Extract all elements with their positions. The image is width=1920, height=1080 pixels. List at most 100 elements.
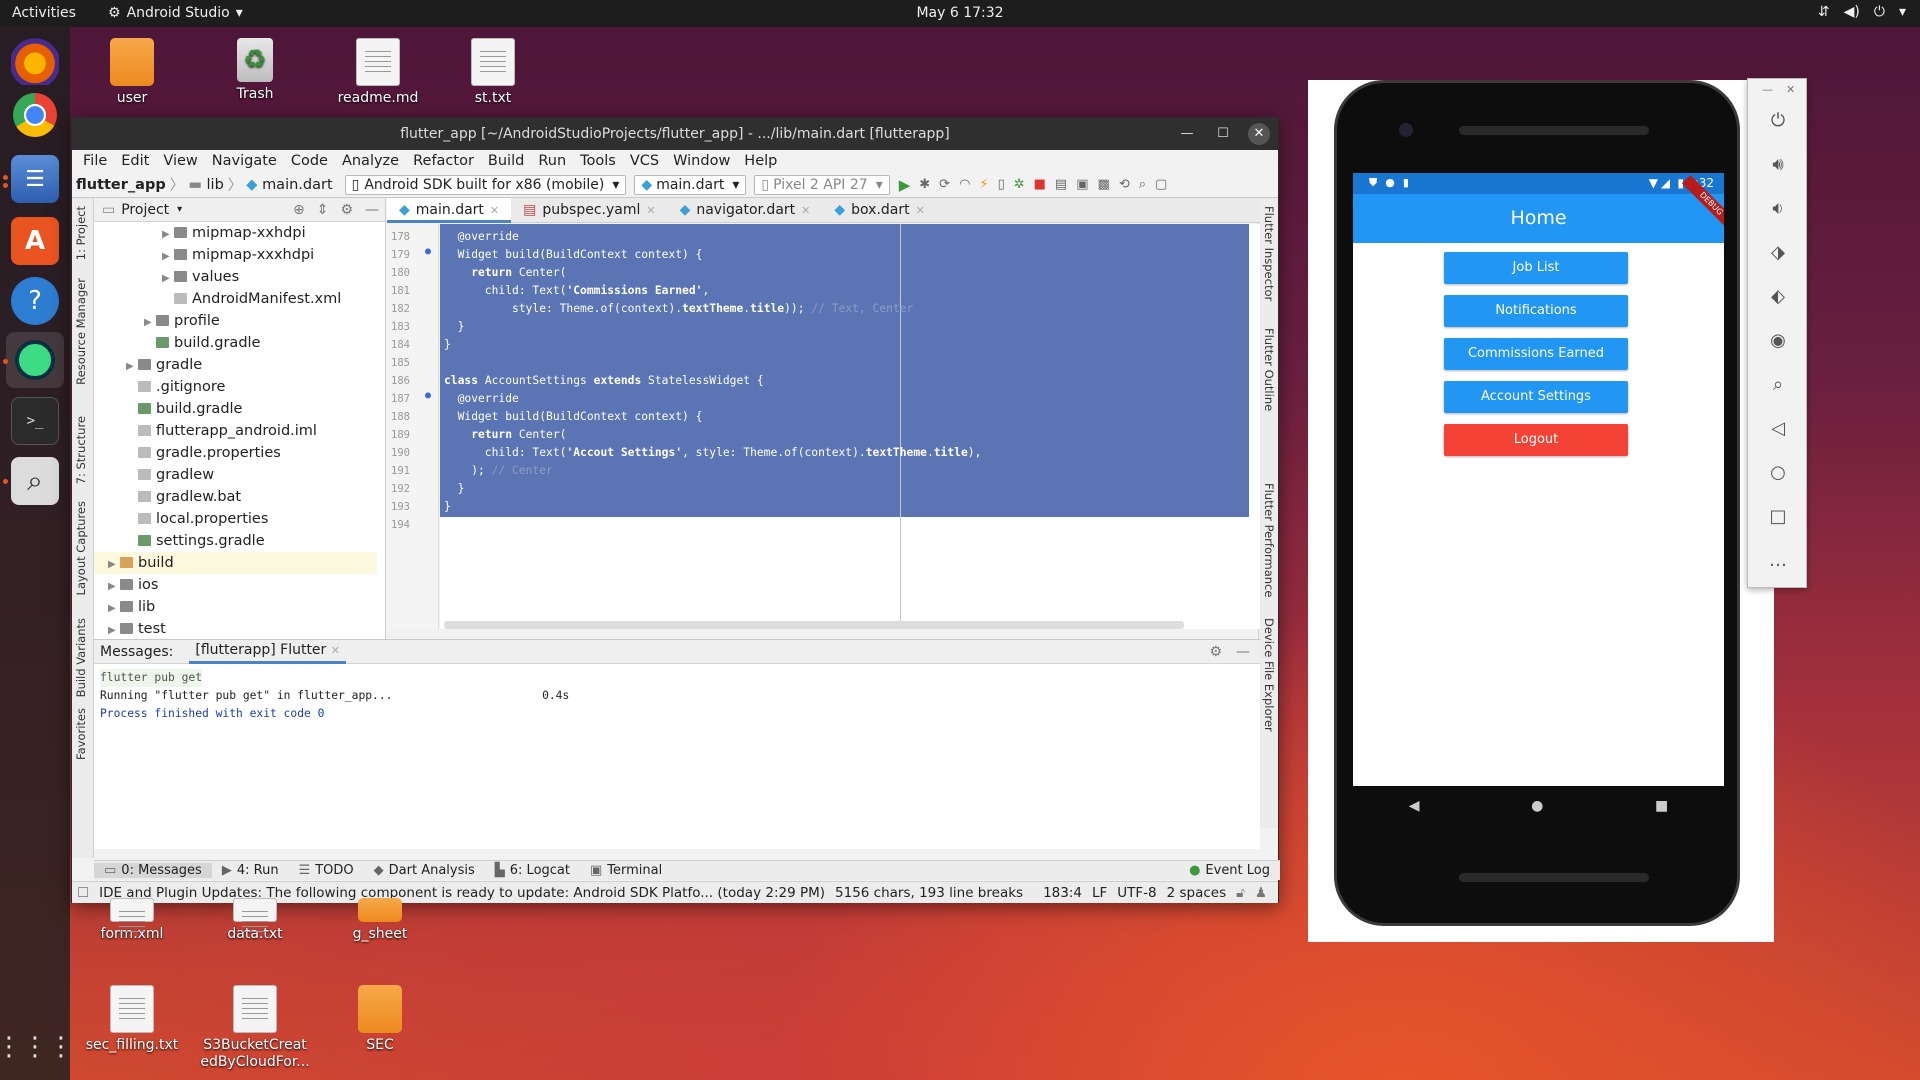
- menu-help[interactable]: Help: [737, 153, 784, 169]
- menu-navigate[interactable]: Navigate: [205, 153, 284, 169]
- tool-window-0[interactable]: ▭ 0: Messages: [94, 863, 212, 878]
- project-view-selector[interactable]: Project: [121, 202, 169, 218]
- tree-item[interactable]: ▶ mipmap-xxxhdpi: [94, 244, 377, 266]
- device-selector[interactable]: ▯ Android SDK built for x86 (mobile) ▾: [344, 174, 627, 195]
- back-icon[interactable]: ◀: [1409, 798, 1420, 814]
- tree-item[interactable]: gradlew.bat: [94, 486, 377, 508]
- attach-debugger-icon[interactable]: ⟳: [939, 177, 950, 192]
- rotate-left-icon[interactable]: ⬗: [1766, 241, 1790, 265]
- menu-window[interactable]: Window: [666, 153, 737, 169]
- override-marker-icon[interactable]: ●: [425, 390, 431, 401]
- gear-icon[interactable]: ⚙: [340, 202, 353, 218]
- tree-item[interactable]: AndroidManifest.xml: [94, 288, 377, 310]
- app-menu[interactable]: ⚙ Android Studio ▾: [108, 5, 243, 21]
- close-icon[interactable]: ✕: [801, 204, 810, 217]
- close-icon[interactable]: ✕: [331, 644, 340, 657]
- hide-icon[interactable]: —: [1236, 644, 1250, 660]
- tool-window-2[interactable]: ☰ TODO: [289, 863, 364, 878]
- tree-item[interactable]: ▶ ios: [94, 574, 377, 596]
- tree-item[interactable]: gradlew: [94, 464, 377, 486]
- desktop-icon-row2-0[interactable]: sec_filling.txt: [77, 985, 187, 1054]
- settings-icon[interactable]: ▢: [1155, 177, 1167, 192]
- menu-analyze[interactable]: Analyze: [335, 153, 406, 169]
- tool-window-3[interactable]: ◆ Dart Analysis: [364, 863, 485, 878]
- system-tray[interactable]: ⇵ ◀) ⏻ ▾: [1818, 4, 1906, 20]
- event-log[interactable]: ● Event Log: [1179, 863, 1280, 878]
- desktop-icon-row1-2[interactable]: g_sheet: [325, 898, 435, 942]
- sync-icon[interactable]: ⟲: [1119, 177, 1130, 192]
- expand-arrow-icon[interactable]: ▶: [108, 620, 120, 636]
- horizontal-scrollbar[interactable]: [444, 621, 1184, 629]
- close-icon[interactable]: ✕: [916, 204, 925, 217]
- phone-button-account-settings[interactable]: Account Settings: [1444, 381, 1628, 413]
- editor-tab-3[interactable]: ◆ box.dart ✕: [822, 198, 936, 223]
- desktop-icon-row1-0[interactable]: form.xml: [77, 898, 187, 942]
- tree-item[interactable]: flutterapp_android.iml: [94, 420, 377, 442]
- menu-view[interactable]: View: [156, 153, 204, 169]
- tool-window-1[interactable]: ▶ 4: Run: [212, 863, 289, 878]
- sdk-manager-icon[interactable]: ▣: [1076, 177, 1088, 192]
- help-icon[interactable]: ?: [11, 277, 59, 325]
- tree-item[interactable]: ▶ mipmap-xxhdpi: [94, 222, 377, 244]
- menu-code[interactable]: Code: [284, 153, 335, 169]
- tree-item[interactable]: ▶ profile: [94, 310, 377, 332]
- zoom-icon[interactable]: ⌕: [1766, 373, 1790, 397]
- tree-item[interactable]: build.gradle: [94, 332, 377, 354]
- expand-arrow-icon[interactable]: ▶: [162, 224, 174, 246]
- breadcrumb-project[interactable]: flutter_app: [72, 177, 170, 193]
- power-icon[interactable]: ⏻: [1766, 109, 1790, 133]
- hot-restart-icon[interactable]: ▯: [998, 177, 1005, 192]
- tool-tab-right-3[interactable]: Device File Explorer: [1262, 618, 1276, 732]
- tool-tab-0[interactable]: 1: Project: [74, 206, 88, 260]
- lock-icon[interactable]: 🔓︎: [1231, 885, 1250, 901]
- tool-tab-3[interactable]: Layout Captures: [74, 501, 88, 595]
- expand-arrow-icon[interactable]: ▶: [108, 554, 120, 576]
- more-icon[interactable]: …: [1766, 549, 1790, 573]
- tool-tab-right-0[interactable]: Flutter Inspector: [1262, 206, 1276, 301]
- caret-position[interactable]: 183:4: [1038, 885, 1087, 901]
- desktop-icon-0[interactable]: user: [77, 38, 187, 106]
- close-icon[interactable]: ✕: [1248, 123, 1270, 145]
- expand-arrow-icon[interactable]: ▶: [108, 576, 120, 598]
- menu-tools[interactable]: Tools: [573, 153, 623, 169]
- hot-reload-icon[interactable]: ⚡: [979, 177, 988, 192]
- tree-item[interactable]: .gitignore: [94, 376, 377, 398]
- editor-tab-0[interactable]: ◆ main.dart ✕: [387, 198, 512, 223]
- close-icon[interactable]: ✕: [646, 204, 655, 217]
- tool-tab-4[interactable]: Build Variants: [74, 618, 88, 697]
- overview-icon[interactable]: □: [1766, 505, 1790, 529]
- tool-tab-1[interactable]: Resource Manager: [74, 278, 88, 385]
- phone-button-notifications[interactable]: Notifications: [1444, 295, 1628, 327]
- encoding[interactable]: UTF-8: [1112, 885, 1161, 901]
- flutter-inspector-icon[interactable]: ✲: [1014, 177, 1025, 192]
- firefox-icon[interactable]: [11, 37, 59, 85]
- menu-refactor[interactable]: Refactor: [406, 153, 481, 169]
- minimize-icon[interactable]: —: [1176, 123, 1198, 145]
- expand-arrow-icon[interactable]: ▶: [108, 598, 120, 620]
- menu-edit[interactable]: Edit: [114, 153, 156, 169]
- desktop-icon-3[interactable]: st.txt: [438, 38, 548, 106]
- chevron-down-icon[interactable]: ▾: [177, 204, 182, 215]
- window-titlebar[interactable]: flutter_app [~/AndroidStudioProjects/flu…: [72, 118, 1278, 150]
- desktop-icon-row1-1[interactable]: data.txt: [200, 898, 310, 942]
- debug-icon[interactable]: ✱: [919, 177, 930, 192]
- camera-icon[interactable]: ◉: [1766, 329, 1790, 353]
- search-icon[interactable]: ⌕: [11, 457, 59, 505]
- desktop-icon-row2-2[interactable]: SEC: [325, 985, 435, 1054]
- home-icon[interactable]: ○: [1766, 461, 1790, 485]
- expand-arrow-icon[interactable]: ▶: [144, 312, 156, 334]
- tree-item[interactable]: ▶ lib: [94, 596, 377, 618]
- breadcrumb-file[interactable]: ◆ main.dart: [242, 177, 336, 193]
- phone-button-job-list[interactable]: Job List: [1444, 252, 1628, 284]
- close-icon[interactable]: ✕: [490, 204, 499, 217]
- tool-window-5[interactable]: ▣ Terminal: [580, 863, 672, 878]
- search-icon[interactable]: ⌕: [1139, 177, 1146, 192]
- run-icon[interactable]: ▶: [899, 176, 911, 194]
- tool-window-4[interactable]: ▙ 6: Logcat: [485, 863, 580, 878]
- editor-tab-2[interactable]: ◆ navigator.dart ✕: [668, 198, 823, 223]
- show-apps-icon[interactable]: ⋮⋮⋮: [0, 1023, 74, 1071]
- menu-vcs[interactable]: VCS: [623, 153, 666, 169]
- messages-tab[interactable]: [flutterapp] Flutter ✕: [189, 640, 346, 664]
- maximize-icon[interactable]: ☐: [1212, 123, 1234, 145]
- terminal-icon[interactable]: >_: [11, 397, 59, 445]
